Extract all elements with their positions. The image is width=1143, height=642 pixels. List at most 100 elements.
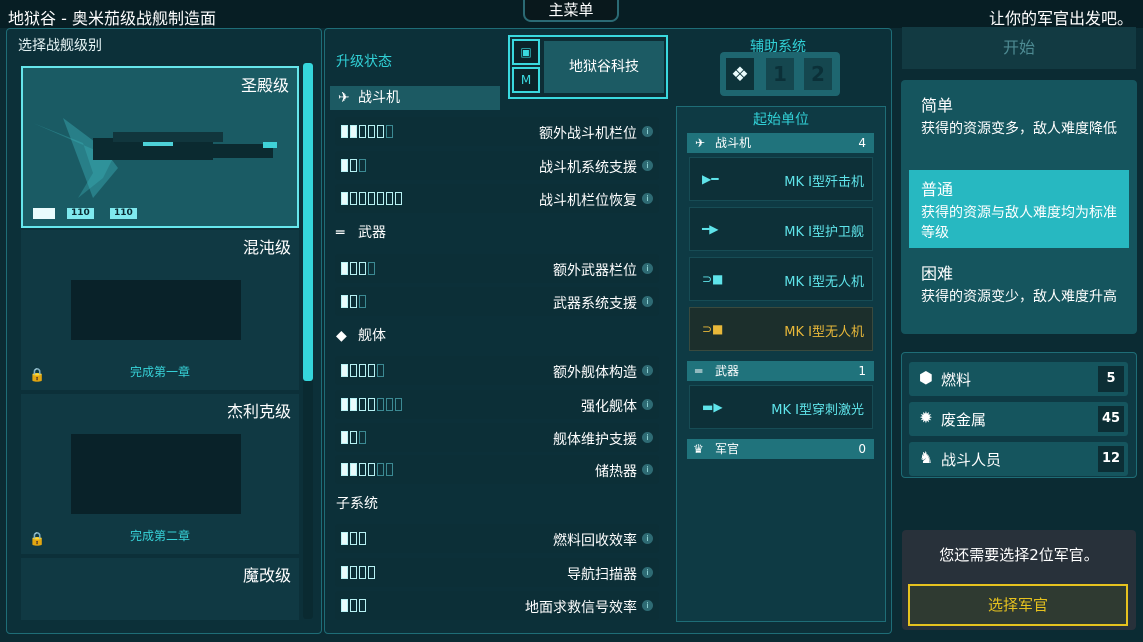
tagline: 让你的军官出发吧。 xyxy=(988,9,1133,28)
unlock-hint: 完成第一章 xyxy=(129,365,190,379)
unlock-hint: 完成第二章 xyxy=(129,529,190,543)
ship-card-modified[interactable]: 魔改级 xyxy=(21,558,299,620)
upgrade-level-bars xyxy=(341,295,366,308)
level-pip-filled xyxy=(341,125,348,138)
difficulty-easy[interactable]: 简单 获得的资源变多，敌人难度降低 xyxy=(909,86,1129,144)
upgrade-row[interactable]: 战斗机系统支援 i xyxy=(335,151,659,180)
resource-fuel: ⬢ 燃料 5 xyxy=(909,362,1128,396)
level-pip-empty xyxy=(350,295,357,308)
info-icon[interactable]: i xyxy=(642,533,653,544)
officer-message: 您还需要选择2位军官。 xyxy=(939,546,1099,564)
info-icon[interactable]: i xyxy=(642,567,653,578)
upgrade-row[interactable]: 武器系统支援 i xyxy=(335,287,659,316)
upgrade-row[interactable]: 舰体维护支援 i xyxy=(335,423,659,452)
info-icon[interactable]: i xyxy=(642,193,653,204)
augment-name: 地狱谷科技 xyxy=(544,41,664,93)
difficulty-panel: 简单 获得的资源变多，敌人难度降低 普通 获得的资源与敌人难度均为标准等级 困难 获得… xyxy=(901,80,1137,334)
upgrade-level-bars xyxy=(341,431,366,444)
ship-stat-icon xyxy=(33,208,55,219)
level-pip-empty xyxy=(359,364,366,377)
upgrade-level-bars xyxy=(341,463,393,476)
page-title: 地狱谷 - 奥米茄级战舰制造面 xyxy=(8,9,216,28)
upgrade-label: 额外战斗机栏位 xyxy=(539,126,637,142)
upgrade-label: 地面求救信号效率 xyxy=(525,600,637,616)
weapon-icon: ═ xyxy=(695,364,703,378)
augment-icon-bottom: M xyxy=(512,67,540,93)
ship-name: 圣殿级 xyxy=(240,76,289,95)
level-pip-empty xyxy=(368,364,375,377)
ship-card-jelik[interactable]: 杰利克级 完成第二章 🔒 xyxy=(21,394,299,554)
upgrade-label: 战斗机栏位恢复 xyxy=(539,193,637,209)
unit-card[interactable]: ━▶ MK I型护卫舰 xyxy=(689,207,873,251)
lock-icon: 🔒 xyxy=(29,532,46,547)
start-button[interactable]: 开始 xyxy=(902,27,1136,69)
resource-scrap: ✹ 废金属 45 xyxy=(909,402,1128,436)
difficulty-hard[interactable]: 困难 获得的资源变少，敌人难度升高 xyxy=(909,254,1129,312)
info-icon[interactable]: i xyxy=(642,263,653,274)
level-pip-filled xyxy=(341,599,348,612)
unit-card-highlighted[interactable]: ⊃■ MK I型无人机 xyxy=(689,307,873,351)
upgrade-row[interactable]: 导航扫描器 i xyxy=(335,558,659,587)
difficulty-normal[interactable]: 普通 获得的资源与敌人难度均为标准等级 xyxy=(909,170,1129,248)
info-icon[interactable]: i xyxy=(642,296,653,307)
crew-icon: ♞ xyxy=(918,448,934,467)
upgrade-level-bars xyxy=(341,364,384,377)
upgrade-label: 舰体维护支援 xyxy=(553,432,637,448)
drone-unit-icon: ⊃■ xyxy=(702,272,724,286)
augment-box[interactable]: ▣ M 地狱谷科技 xyxy=(508,35,668,99)
upgrade-row[interactable]: 战斗机栏位恢复 i xyxy=(335,184,659,213)
level-pip-locked xyxy=(377,398,384,411)
level-pip-locked xyxy=(377,364,384,377)
aux-slot-2[interactable]: 2 xyxy=(804,58,832,90)
upgrade-label: 燃料回收效率 xyxy=(553,533,637,549)
aux-system-icon[interactable]: ❖ xyxy=(726,58,754,90)
level-pip-locked xyxy=(359,431,366,444)
info-icon[interactable]: i xyxy=(642,399,653,410)
unit-card[interactable]: ⊃■ MK I型无人机 xyxy=(689,257,873,301)
level-pip-empty xyxy=(359,566,366,579)
hull-icon: ◆ xyxy=(336,328,347,344)
upgrade-group-subsystem: 子系统 xyxy=(336,496,378,512)
upgrade-level-bars xyxy=(341,262,375,275)
unit-card[interactable]: ▬▶ MK I型穿刺激光 xyxy=(689,385,873,429)
info-icon[interactable]: i xyxy=(642,464,653,475)
level-pip-empty xyxy=(350,192,357,205)
ship-card-temple[interactable]: 圣殿级 110 110 xyxy=(21,66,299,228)
level-pip-empty xyxy=(359,262,366,275)
upgrade-group-hull: ◆ 舰体 xyxy=(330,324,500,348)
upgrade-label: 额外武器栏位 xyxy=(553,263,637,279)
upgrade-row[interactable]: 额外舰体构造 i xyxy=(335,356,659,385)
level-pip-filled xyxy=(341,431,348,444)
select-officer-button[interactable]: 选择军官 xyxy=(908,584,1128,626)
info-icon[interactable]: i xyxy=(642,365,653,376)
info-icon[interactable]: i xyxy=(642,126,653,137)
ship-card-chaos[interactable]: 混沌级 完成第一章 🔒 xyxy=(21,230,299,390)
upgrade-row[interactable]: 强化舰体 i xyxy=(335,390,659,419)
upgrade-row[interactable]: 额外武器栏位 i xyxy=(335,254,659,283)
info-icon[interactable]: i xyxy=(642,160,653,171)
main-menu-button[interactable]: 主菜单 xyxy=(523,0,619,22)
ship-name: 混沌级 xyxy=(242,238,291,257)
upgrade-row[interactable]: 储热器 i xyxy=(335,455,659,484)
info-icon[interactable]: i xyxy=(642,432,653,443)
info-icon[interactable]: i xyxy=(642,600,653,611)
ship-name: 魔改级 xyxy=(242,566,291,585)
level-pip-filled xyxy=(341,566,348,579)
unit-category-officer: ♛ 军官 0 xyxy=(687,439,874,459)
ship-silhouette xyxy=(71,434,241,514)
level-pip-filled xyxy=(350,125,357,138)
ship-list-scrollbar[interactable] xyxy=(303,63,313,619)
level-pip-locked xyxy=(359,295,366,308)
upgrade-row[interactable]: 额外战斗机栏位 i xyxy=(335,117,659,146)
upgrade-row[interactable]: 地面求救信号效率 i xyxy=(335,591,659,620)
upgrade-row[interactable]: 燃料回收效率 i xyxy=(335,524,659,553)
aux-slot-1[interactable]: 1 xyxy=(766,58,794,90)
level-pip-empty xyxy=(368,566,375,579)
level-pip-locked xyxy=(386,398,393,411)
level-pip-filled xyxy=(341,159,348,172)
level-pip-empty xyxy=(359,125,366,138)
ship-list: 圣殿级 110 110 混沌级 完成第一章 🔒 杰利克级 完成第二章 🔒 魔改级 xyxy=(14,58,314,622)
upgrade-level-bars xyxy=(341,566,375,579)
scrollbar-thumb[interactable] xyxy=(303,63,313,381)
unit-card[interactable]: ▶━ MK I型歼击机 xyxy=(689,157,873,201)
